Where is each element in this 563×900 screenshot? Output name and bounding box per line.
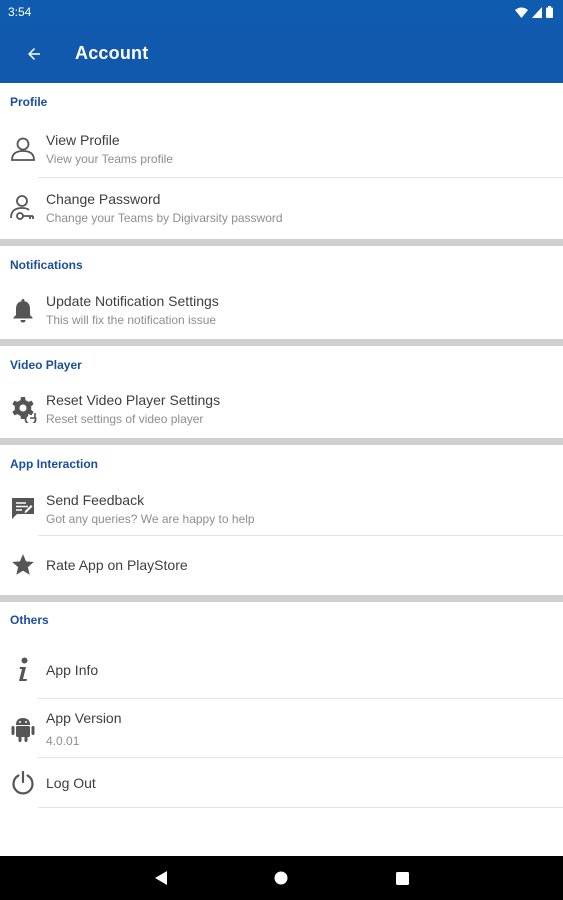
battery-icon (546, 6, 553, 18)
section-divider (0, 595, 563, 602)
section-header-profile: Profile (10, 95, 48, 109)
reset-video-title: Reset Video Player Settings (46, 392, 221, 408)
change-password-subtitle: Change your Teams by Digivarsity passwor… (46, 210, 283, 225)
app-version-title: App Version (46, 709, 122, 726)
section-divider (0, 339, 563, 346)
section-header-others: Others (10, 613, 49, 627)
view-profile-subtitle: View your Teams profile (46, 151, 173, 166)
gear-reset-icon (0, 382, 46, 436)
rate-app-title: Rate App on PlayStore (46, 556, 188, 573)
circle-home-icon (274, 871, 288, 885)
send-feedback-title: Send Feedback (46, 491, 145, 508)
nav-back-button[interactable] (146, 863, 176, 893)
back-button[interactable] (22, 42, 46, 66)
bell-icon (0, 282, 46, 337)
section-divider (0, 239, 563, 246)
update-notification-subtitle: This will fix the notification issue (46, 312, 217, 327)
person-outline-icon (0, 119, 46, 178)
nav-recents-button[interactable] (387, 863, 417, 893)
triangle-back-icon (155, 871, 167, 885)
app-bar: Account (0, 24, 563, 83)
change-password-title: Change Password (46, 190, 161, 207)
update-notification-title: Update Notification Settings (46, 292, 219, 309)
app-version-value: 4.0.01 (46, 733, 80, 748)
app-info-title: App Info (46, 661, 99, 678)
change-password-item[interactable]: Change Password Change your Teams by Dig… (0, 178, 563, 237)
section-divider (0, 438, 563, 445)
send-feedback-item[interactable]: Send Feedback Got any queries? We are ha… (0, 481, 563, 536)
arrow-left-icon (28, 47, 40, 60)
status-bar: 3:54 (0, 0, 563, 24)
reset-video-subtitle: Reset settings of video player (46, 412, 204, 426)
view-profile-title: View Profile (46, 131, 120, 148)
feedback-icon (0, 481, 46, 536)
signal-icon (532, 6, 542, 18)
power-icon (0, 758, 46, 808)
reset-video-item[interactable]: Reset Video Player Settings Reset settin… (0, 382, 563, 436)
wifi-icon (515, 7, 528, 18)
section-header-app-interaction: App Interaction (10, 457, 99, 471)
info-icon (0, 640, 46, 699)
log-out-item[interactable]: Log Out (0, 758, 563, 808)
star-icon (0, 536, 46, 593)
divider (38, 807, 563, 808)
send-feedback-subtitle: Got any queries? We are happy to help (46, 511, 255, 526)
square-recents-icon (395, 871, 409, 885)
person-key-icon (0, 178, 46, 237)
section-header-video-player: Video Player (10, 358, 82, 372)
nav-home-button[interactable] (266, 863, 296, 893)
log-out-title: Log Out (46, 775, 96, 791)
status-icons (515, 6, 553, 18)
rate-app-item[interactable]: Rate App on PlayStore (0, 536, 563, 593)
section-header-notifications: Notifications (10, 258, 83, 272)
page-title: Account (75, 43, 149, 63)
system-navigation-bar (0, 856, 563, 900)
android-icon (0, 699, 46, 758)
app-info-item[interactable]: App Info (0, 640, 563, 699)
update-notification-item[interactable]: Update Notification Settings This will f… (0, 282, 563, 337)
app-version-item[interactable]: App Version 4.0.01 (0, 699, 563, 758)
status-time: 3:54 (8, 5, 32, 19)
view-profile-item[interactable]: View Profile View your Teams profile (0, 119, 563, 178)
